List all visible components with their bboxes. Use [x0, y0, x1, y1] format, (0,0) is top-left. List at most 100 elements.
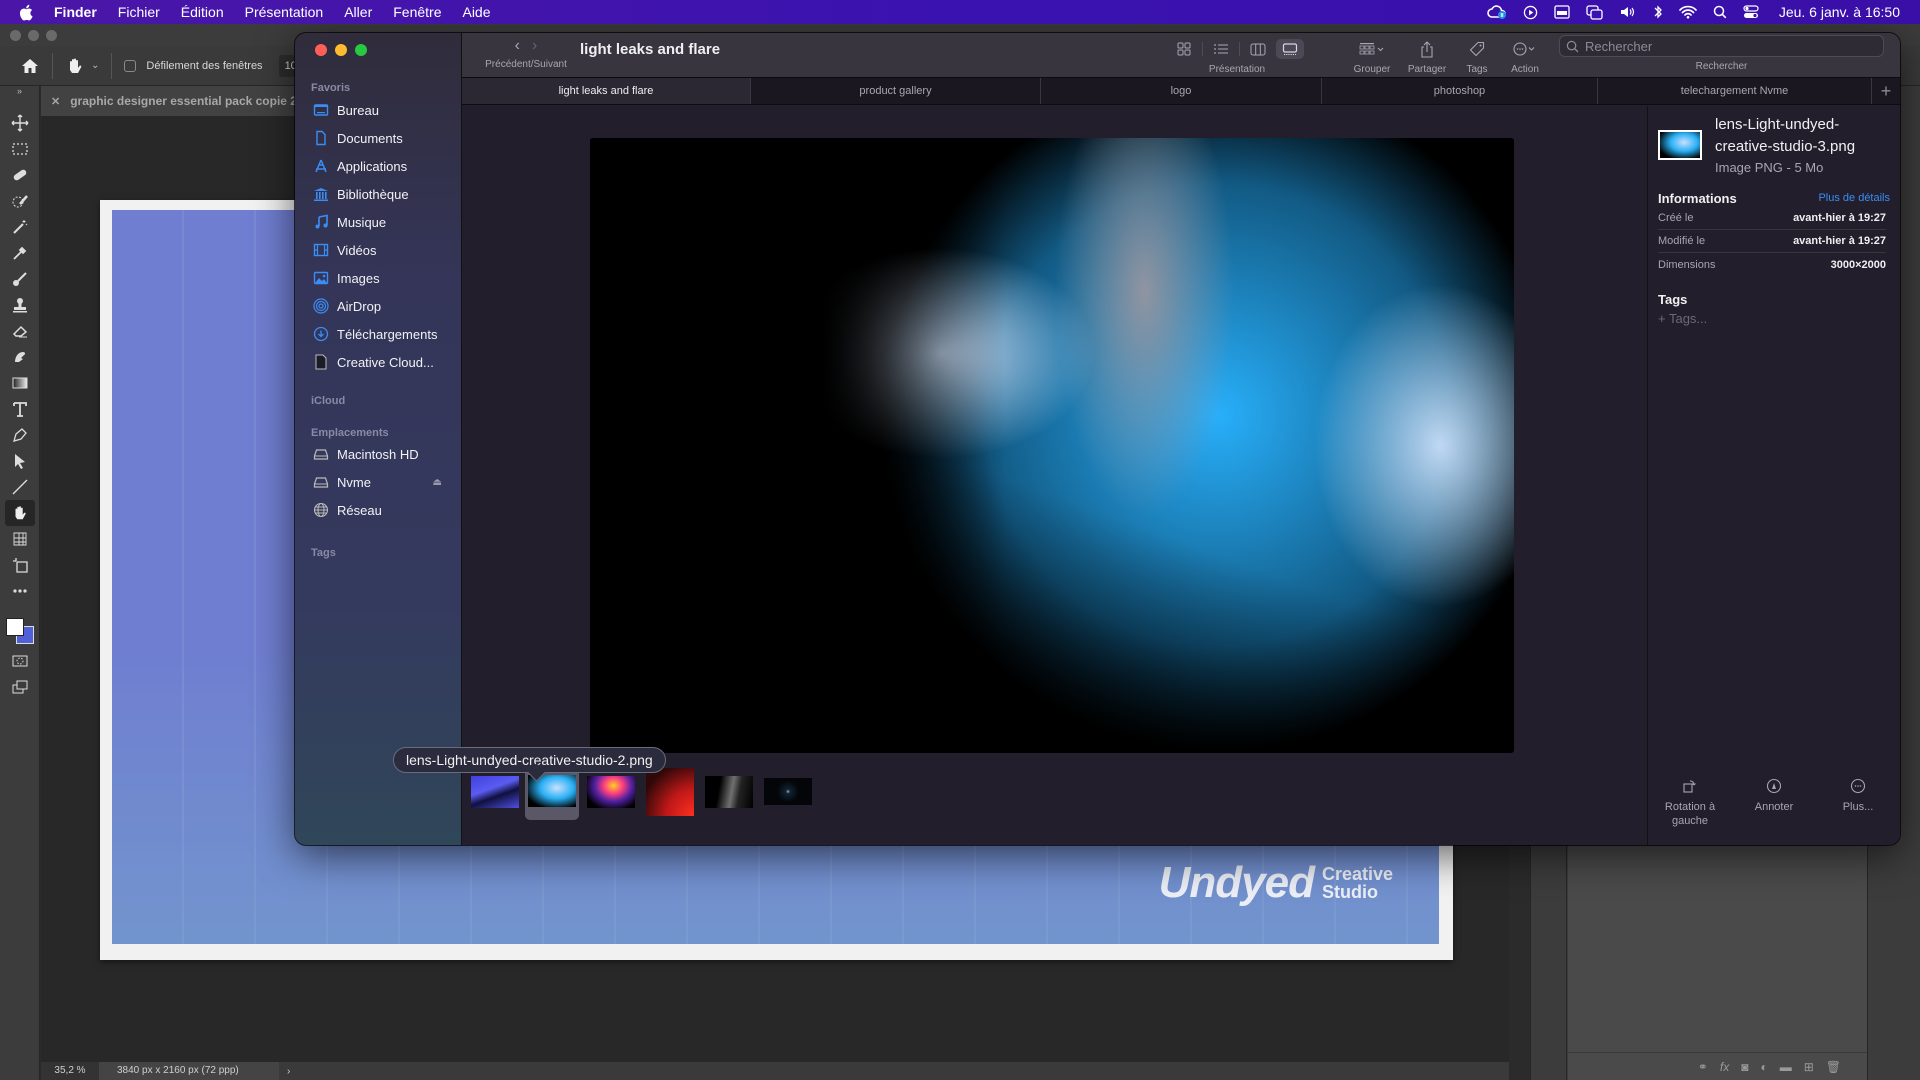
sidebar-item-bureau[interactable]: Bureau [295, 98, 462, 122]
close-tab-icon[interactable]: ✕ [51, 95, 60, 108]
sidebar-item-videos[interactable]: Vidéos [295, 238, 462, 262]
menu-finder[interactable]: Finder [54, 4, 97, 20]
quick-mask-button[interactable] [5, 648, 35, 674]
status-menu-arrow[interactable]: › [287, 1066, 290, 1077]
apple-menu-icon[interactable] [18, 3, 36, 21]
healing-tool[interactable] [5, 162, 35, 188]
new-group-icon[interactable]: ▬ [1780, 1060, 1792, 1074]
hand-tool[interactable] [4, 500, 35, 526]
sidebar-item-reseau[interactable]: Réseau [295, 498, 462, 522]
thumbnail[interactable] [705, 776, 753, 808]
thumbnail[interactable] [587, 776, 635, 808]
move-tool[interactable] [5, 110, 35, 136]
fullscreen-button[interactable] [355, 44, 367, 56]
ps-document-tab[interactable]: ✕ graphic designer essential pack copie … [41, 86, 301, 116]
icon-view-button[interactable] [1170, 39, 1198, 59]
control-center-icon[interactable] [1743, 5, 1759, 19]
pen-tool[interactable] [5, 422, 35, 448]
screen-icon[interactable] [1554, 5, 1570, 19]
zoom-level[interactable]: 35,2 % [41, 1062, 99, 1080]
menu-edition[interactable]: Édition [181, 4, 224, 20]
more-button[interactable]: Plus... [1816, 778, 1900, 828]
sidebar-item-telechargements[interactable]: Téléchargements [295, 322, 462, 346]
menubar-clock[interactable]: Jeu. 6 janv. à 16:50 [1779, 4, 1900, 20]
stamp-tool[interactable] [5, 292, 35, 318]
spotlight-icon[interactable] [1713, 5, 1727, 19]
color-swatches[interactable] [3, 608, 37, 644]
share-button[interactable]: Partager [1402, 38, 1452, 75]
tab-logo[interactable]: logo [1041, 78, 1322, 104]
menu-fenetre[interactable]: Fenêtre [393, 4, 441, 20]
thumbnail[interactable] [471, 776, 519, 808]
menu-aller[interactable]: Aller [344, 4, 372, 20]
markup-button[interactable]: Annoter [1732, 778, 1816, 828]
sidebar-item-macintosh-hd[interactable]: Macintosh HD [295, 442, 462, 466]
icloud-header[interactable]: iCloud [311, 395, 345, 407]
screen-mode-button[interactable] [5, 674, 35, 700]
foreground-color[interactable] [5, 618, 24, 636]
menu-aide[interactable]: Aide [462, 4, 490, 20]
search-field[interactable]: Rechercher [1559, 35, 1884, 57]
play-icon[interactable] [1523, 5, 1538, 20]
ps-zoom-button[interactable] [46, 30, 57, 41]
add-mask-icon[interactable]: ◙ [1741, 1060, 1748, 1074]
wifi-icon[interactable] [1678, 5, 1697, 19]
thumbnail[interactable] [646, 768, 694, 816]
volume-icon[interactable] [1619, 5, 1637, 19]
sidebar-item-applications[interactable]: Applications [295, 154, 462, 178]
scroll-all-windows-checkbox[interactable] [124, 59, 137, 72]
delete-layer-icon[interactable]: 🗑 [1826, 1060, 1841, 1074]
magic-wand-tool[interactable] [5, 214, 35, 240]
tags-button[interactable]: Tags [1457, 38, 1497, 75]
home-icon[interactable] [20, 56, 40, 76]
rotate-left-button[interactable]: Rotation à gauche [1648, 778, 1732, 828]
tab-telechargement-nvme[interactable]: telechargement Nvme [1598, 78, 1872, 104]
gradient-tool[interactable] [5, 370, 35, 396]
eyedropper-tool[interactable] [5, 240, 35, 266]
forward-button[interactable]: › [532, 37, 537, 55]
more-tools[interactable] [5, 578, 35, 604]
tab-light-leaks[interactable]: light leaks and flare [462, 78, 751, 104]
tab-product-gallery[interactable]: product gallery [751, 78, 1041, 104]
gallery-view-button[interactable] [1276, 39, 1304, 59]
close-button[interactable] [315, 44, 327, 56]
sidebar-item-musique[interactable]: Musique [295, 210, 462, 234]
bluetooth-icon[interactable] [1653, 4, 1663, 20]
eraser-tool[interactable] [5, 318, 35, 344]
type-tool[interactable] [5, 396, 35, 422]
list-view-button[interactable] [1207, 39, 1235, 59]
link-layers-icon[interactable]: ⚭ [1698, 1060, 1708, 1074]
sidebar-item-images[interactable]: Images [295, 266, 462, 290]
sidebar-item-bibliotheque[interactable]: Bibliothèque [295, 182, 462, 206]
column-view-button[interactable] [1244, 39, 1272, 59]
crop-tool[interactable] [5, 552, 35, 578]
marquee-tool[interactable] [5, 136, 35, 162]
transform-tool[interactable] [5, 526, 35, 552]
ps-minimize-button[interactable] [28, 30, 39, 41]
sidebar-item-airdrop[interactable]: AirDrop [295, 294, 462, 318]
new-layer-icon[interactable]: ⊞ [1804, 1060, 1814, 1074]
sidebar-item-creative-cloud[interactable]: Creative Cloud... [295, 350, 462, 374]
new-tab-button[interactable]: + [1872, 78, 1900, 104]
collapse-panel-icon[interactable]: » [0, 86, 39, 100]
menu-fichier[interactable]: Fichier [118, 4, 160, 20]
fx-icon[interactable]: fx [1720, 1060, 1729, 1074]
add-tags-field[interactable]: + Tags... [1658, 311, 1707, 326]
menu-presentation[interactable]: Présentation [245, 4, 324, 20]
tab-photoshop[interactable]: photoshop [1322, 78, 1598, 104]
eject-icon[interactable]: ⏏ [433, 477, 442, 488]
tags-header[interactable]: Tags [311, 547, 336, 559]
minimize-button[interactable] [335, 44, 347, 56]
brush-tool[interactable] [5, 266, 35, 292]
sidebar-item-nvme[interactable]: Nvme ⏏ [295, 470, 462, 494]
sidebar-item-documents[interactable]: Documents [295, 126, 462, 150]
preview-image[interactable] [590, 138, 1514, 753]
chevron-down-icon[interactable]: ⌄ [91, 60, 99, 71]
line-tool[interactable] [5, 474, 35, 500]
creative-cloud-icon[interactable] [1487, 4, 1507, 20]
action-button[interactable]: Action [1500, 38, 1550, 75]
more-details-link[interactable]: Plus de détails [1818, 192, 1890, 204]
adjustment-layer-icon[interactable]: ◐ [1760, 1060, 1767, 1074]
quick-selection-tool[interactable] [5, 188, 35, 214]
thumbnail[interactable] [764, 778, 812, 805]
